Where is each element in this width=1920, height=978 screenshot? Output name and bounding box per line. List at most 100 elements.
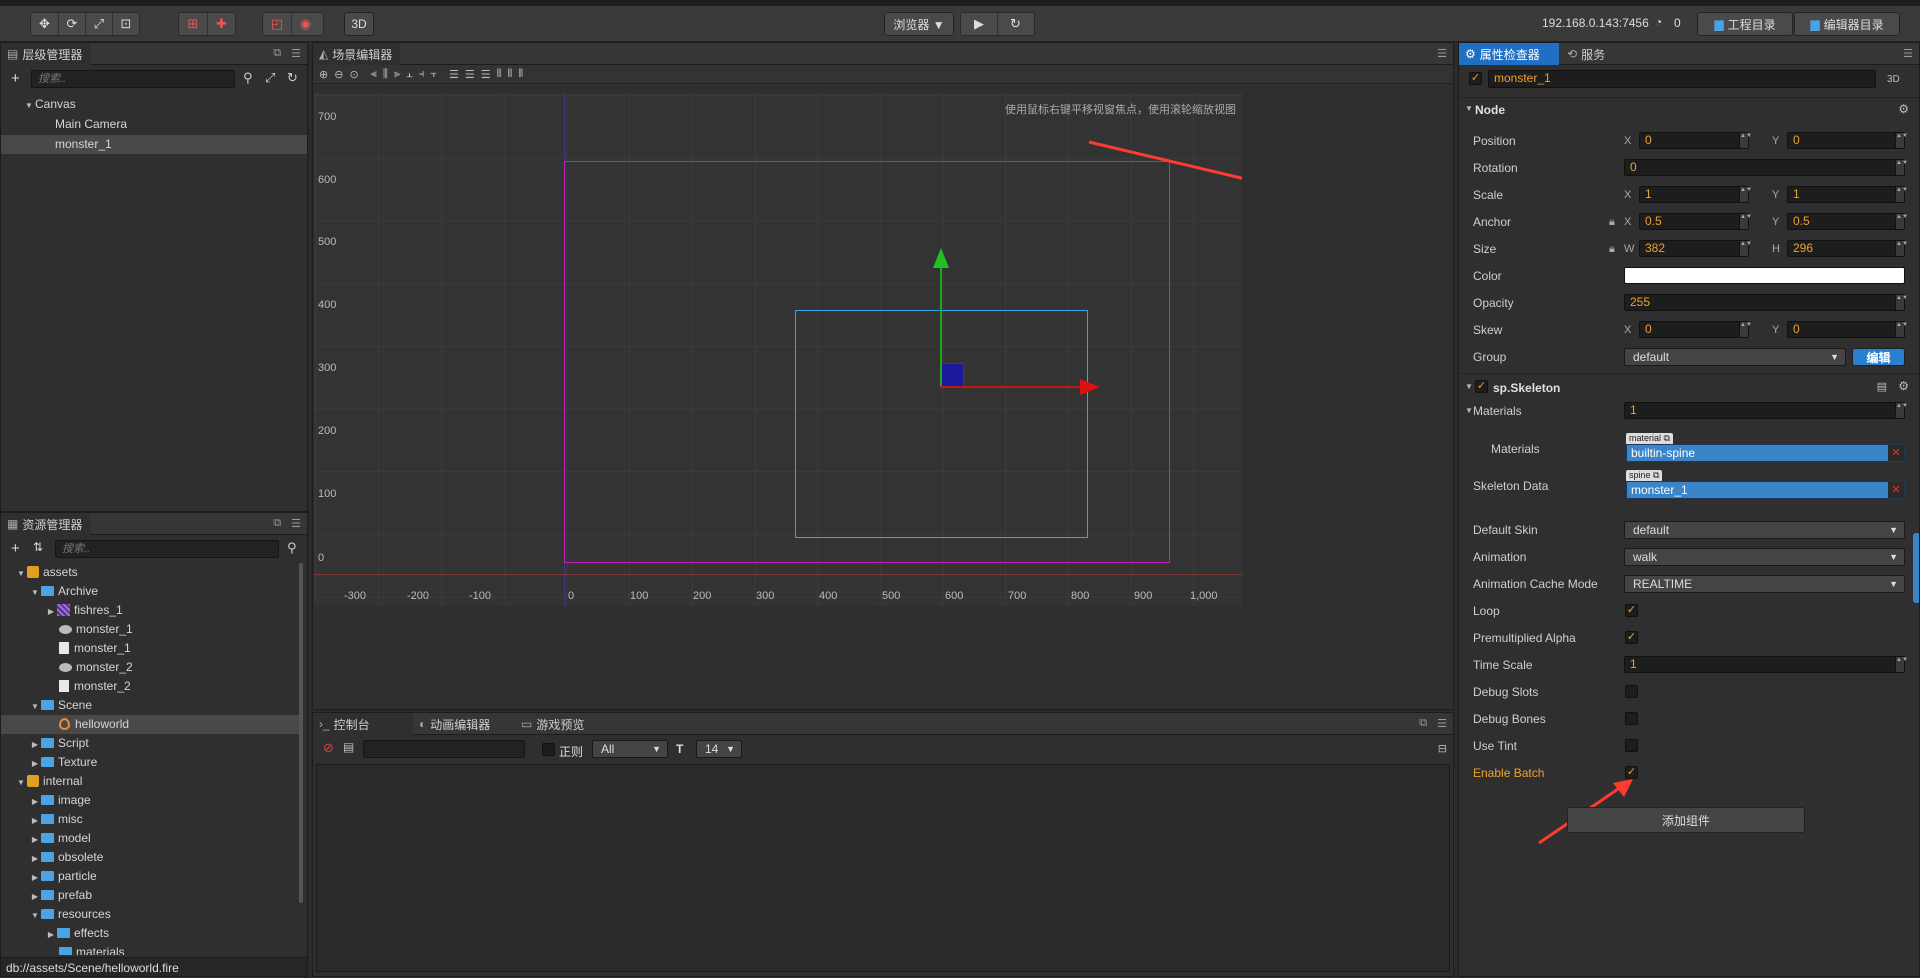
position-x-input[interactable]: 0 ▲▼ (1639, 132, 1752, 149)
local-icon[interactable]: ✚ (207, 13, 235, 35)
remove-icon[interactable]: ✕ (1888, 482, 1904, 498)
menu-icon[interactable]: ☰ (1437, 717, 1447, 730)
skeleton-section-header[interactable]: ▼ ✓ sp.Skeleton ▤ ⚙ (1459, 373, 1919, 397)
menu-icon[interactable]: ☰ (1437, 47, 1447, 60)
asset-folder-model[interactable]: ▶ model (1, 829, 301, 848)
asset-folder-archive[interactable]: ▼ Archive (1, 582, 301, 601)
refresh-icon[interactable]: ↻ (287, 70, 298, 86)
stepper-icon[interactable]: ▲▼ (1895, 187, 1908, 202)
search-icon[interactable]: ⚲ (243, 70, 253, 86)
stepper-icon[interactable]: ▲▼ (1895, 133, 1908, 148)
console-filter-input[interactable] (363, 740, 525, 758)
tab-inspector[interactable]: ⚙ 属性检查器 (1459, 43, 1559, 65)
asset-folder-resources[interactable]: ▼ resources (1, 905, 301, 924)
collapse-arrow-icon[interactable]: ▶ (29, 754, 41, 773)
gear-icon[interactable]: ⚙ (1898, 102, 1909, 116)
console-log-area[interactable] (316, 764, 1450, 972)
material-asset-field[interactable]: builtin-spine ✕ (1626, 444, 1905, 462)
tab-animation-editor[interactable]: ◐ 动画编辑器 (413, 713, 498, 735)
stepper-icon[interactable]: ▲▼ (1739, 241, 1752, 256)
materials-count-input[interactable]: 1 ▲▼ (1624, 402, 1908, 419)
remove-icon[interactable]: ✕ (1888, 445, 1904, 461)
asset-folder-prefab[interactable]: ▶ prefab (1, 886, 301, 905)
stepper-icon[interactable]: ▲▼ (1895, 295, 1908, 310)
asset-monster2-spine[interactable]: monster_2 (1, 658, 301, 677)
asset-monster1-spine[interactable]: monster_1 (1, 620, 301, 639)
expand-arrow-icon[interactable]: ▼ (29, 906, 41, 925)
asset-folder-assets[interactable]: ▼ assets (1, 563, 301, 582)
distribute-vcenter-icon[interactable]: ☰ (465, 68, 475, 81)
align-bottom-icon[interactable]: ⫟ (430, 68, 437, 81)
clear-console-icon[interactable]: ⊘ (323, 740, 334, 756)
cache-mode-select[interactable]: REALTIME ▼ (1624, 575, 1905, 593)
scale-x-input[interactable]: 1 ▲▼ (1639, 186, 1752, 203)
opacity-input[interactable]: 255 ▲▼ (1624, 294, 1908, 311)
align-vcenter-icon[interactable]: ⫞ (419, 68, 425, 81)
anchor-y-input[interactable]: 0.5 ▲▼ (1787, 213, 1908, 230)
asset-folder-image[interactable]: ▶ image (1, 791, 301, 810)
rotation-input[interactable]: 0 ▲▼ (1624, 159, 1908, 176)
default-skin-select[interactable]: default ▼ (1624, 521, 1905, 539)
stepper-icon[interactable]: ▲▼ (1895, 403, 1908, 418)
animation-select[interactable]: walk ▼ (1624, 548, 1905, 566)
zoom-in-icon[interactable]: ⊕ (319, 68, 328, 81)
expand-arrow-icon[interactable]: ▼ (1465, 406, 1473, 415)
lock-icon[interactable]: 🔒︎ (1609, 216, 1615, 229)
debug-slots-checkbox[interactable] (1625, 685, 1638, 698)
stepper-icon[interactable]: ▲▼ (1895, 241, 1908, 256)
distribute-top-icon[interactable]: ☰ (449, 68, 459, 81)
premultiplied-checkbox[interactable]: ✓ (1625, 631, 1638, 644)
asset-folder-materials[interactable]: materials (1, 943, 301, 955)
asset-helloworld[interactable]: helloworld (1, 715, 301, 734)
asset-folder-scene[interactable]: ▼ Scene (1, 696, 301, 715)
zoom-reset-icon[interactable]: ⊙ (349, 68, 358, 81)
group-select[interactable]: default ▼ (1624, 348, 1846, 366)
sort-icon[interactable]: ⇅ (33, 540, 43, 554)
open-log-icon[interactable]: ▤ (343, 740, 354, 754)
stepper-icon[interactable]: ▲▼ (1739, 214, 1752, 229)
tab-game-preview[interactable]: ▭ 游戏预览 (515, 713, 592, 735)
asset-folder-particle[interactable]: ▶ particle (1, 867, 301, 886)
expand-arrow-icon[interactable]: ▼ (1465, 104, 1473, 113)
gizmo-icon[interactable]: ◉ (291, 13, 319, 35)
log-level-select[interactable]: All ▼ (592, 740, 668, 758)
expand-arrow-icon[interactable]: ▼ (29, 697, 41, 716)
asset-monster2-file[interactable]: monster_2 (1, 677, 301, 696)
3d-toggle-button[interactable]: 3D (344, 12, 374, 36)
color-swatch[interactable] (1624, 267, 1905, 284)
tab-scene[interactable]: ◭ 场景编辑器 (313, 43, 401, 65)
popout-icon[interactable]: ⧉ (273, 517, 281, 530)
tab-hierarchy[interactable]: ▤ 层级管理器 (1, 43, 91, 65)
anchor-x-input[interactable]: 0.5 ▲▼ (1639, 213, 1752, 230)
asset-folder-script[interactable]: ▶ Script (1, 734, 301, 753)
edit-group-button[interactable]: 编辑 (1852, 348, 1905, 366)
menu-icon[interactable]: ☰ (291, 517, 301, 530)
loop-checkbox[interactable]: ✓ (1625, 604, 1638, 617)
expand-arrow-icon[interactable]: ▼ (29, 583, 41, 602)
assets-search-input[interactable]: 搜索.. (55, 540, 279, 558)
distribute-right-icon[interactable]: ⦀ (518, 68, 523, 81)
tab-assets[interactable]: ▦ 资源管理器 (1, 513, 91, 535)
pivot-icon[interactable]: ⊞ (179, 13, 207, 35)
collapse-arrow-icon[interactable]: ▶ (29, 868, 41, 887)
skeleton-data-asset-field[interactable]: monster_1 ✕ (1626, 481, 1905, 499)
tab-services[interactable]: ⟲ 服务 (1561, 43, 1613, 65)
expand-arrow-icon[interactable]: ▼ (15, 564, 27, 583)
stepper-icon[interactable]: ▲▼ (1895, 322, 1908, 337)
menu-icon[interactable]: ☰ (1903, 47, 1913, 60)
search-icon[interactable]: ⚲ (287, 540, 297, 556)
skeleton-enabled-checkbox[interactable]: ✓ (1475, 380, 1488, 393)
gear-icon[interactable]: ⚙ (1898, 379, 1909, 393)
collapse-arrow-icon[interactable]: ▶ (29, 792, 41, 811)
align-top-icon[interactable]: ⫠ (406, 68, 413, 81)
browser-select[interactable]: 浏览器 ▼ (884, 12, 954, 36)
distribute-left-icon[interactable]: ⦀ (497, 68, 502, 81)
regex-checkbox[interactable] (542, 743, 555, 756)
popout-icon[interactable]: ⧉ (273, 47, 281, 60)
collapse-arrow-icon[interactable]: ▶ (29, 735, 41, 754)
collapse-arrow-icon[interactable]: ▶ (29, 887, 41, 906)
position-y-input[interactable]: 0 ▲▼ (1787, 132, 1908, 149)
stepper-icon[interactable]: ▲▼ (1739, 187, 1752, 202)
collapse-arrow-icon[interactable]: ▶ (45, 602, 57, 621)
node-section-header[interactable]: ▼ Node ⚙ (1459, 97, 1919, 121)
